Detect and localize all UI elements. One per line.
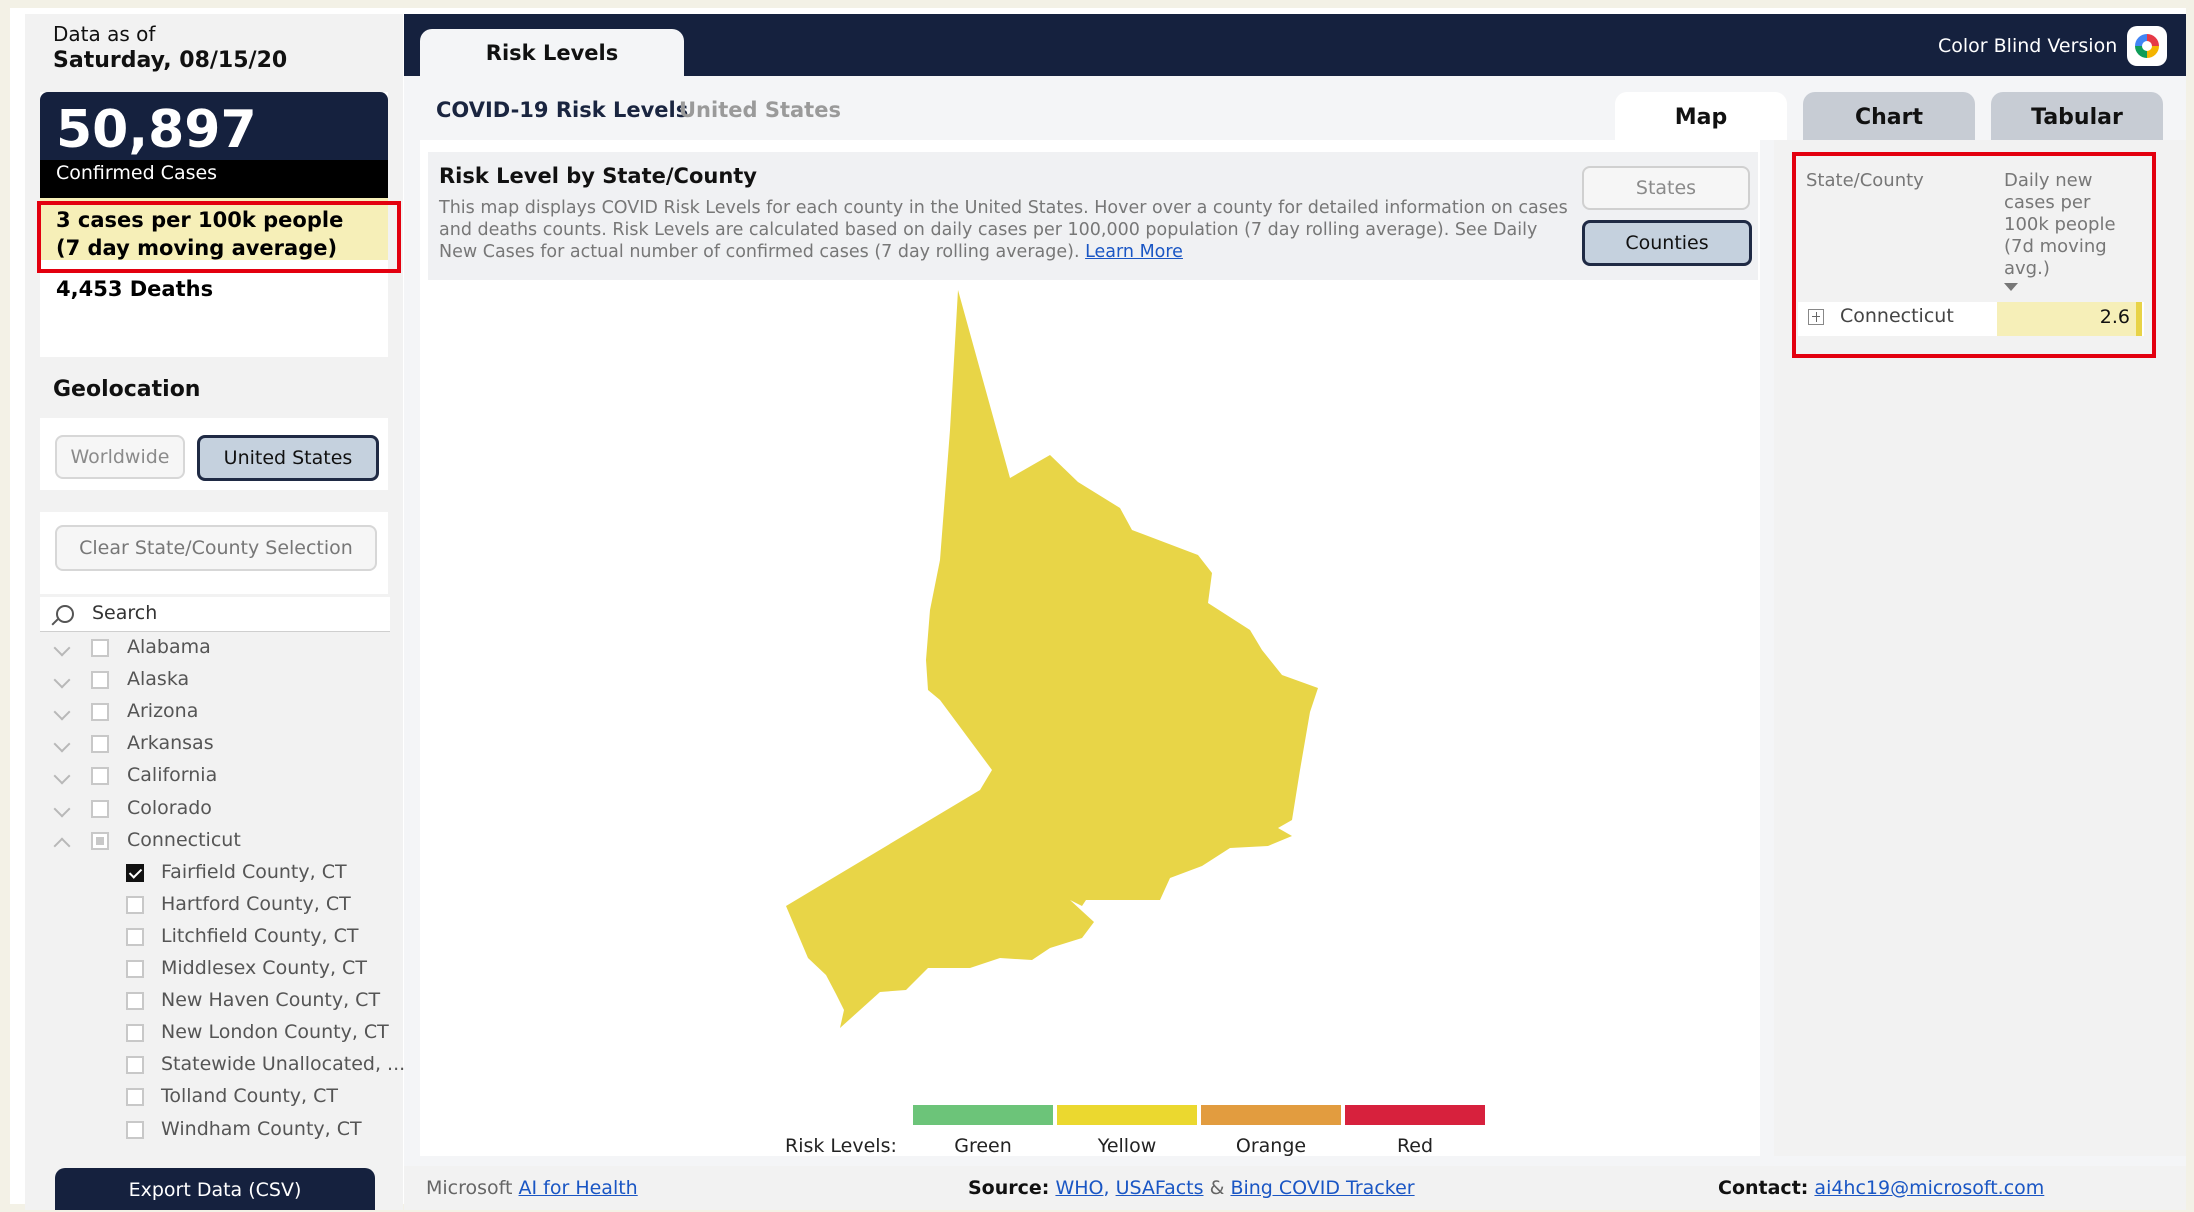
legend-title: Risk Levels: <box>785 1135 897 1157</box>
legend-swatch-green <box>913 1105 1053 1125</box>
legend-label-yellow: Yellow <box>1097 1135 1157 1157</box>
footer-credit: Microsoft AI for Health <box>426 1177 638 1199</box>
source-ampersand: & <box>1209 1177 1225 1199</box>
legend-label-orange: Orange <box>1235 1135 1307 1157</box>
highlight-box-table <box>1792 152 2156 358</box>
legend-swatch-yellow <box>1057 1105 1197 1125</box>
legend-swatch-orange <box>1201 1105 1341 1125</box>
footer-source: Source: WHO, USAFacts & Bing COVID Track… <box>968 1177 1415 1199</box>
source-label: Source: <box>968 1177 1050 1199</box>
usafacts-link[interactable]: USAFacts <box>1116 1177 1204 1199</box>
contact-label: Contact: <box>1718 1177 1809 1199</box>
legend-label-green: Green <box>954 1135 1012 1157</box>
footer-company: Microsoft <box>426 1177 513 1199</box>
who-link[interactable]: WHO <box>1055 1177 1103 1199</box>
county-shape-fairfield[interactable] <box>786 290 1318 1028</box>
bing-covid-link[interactable]: Bing COVID Tracker <box>1230 1177 1414 1199</box>
ai-for-health-link[interactable]: AI for Health <box>519 1177 638 1199</box>
footer-contact: Contact: ai4hc19@microsoft.com <box>1718 1177 2044 1199</box>
legend-label-red: Red <box>1396 1135 1434 1157</box>
contact-email-link[interactable]: ai4hc19@microsoft.com <box>1814 1177 2044 1199</box>
legend-swatch-red <box>1345 1105 1485 1125</box>
